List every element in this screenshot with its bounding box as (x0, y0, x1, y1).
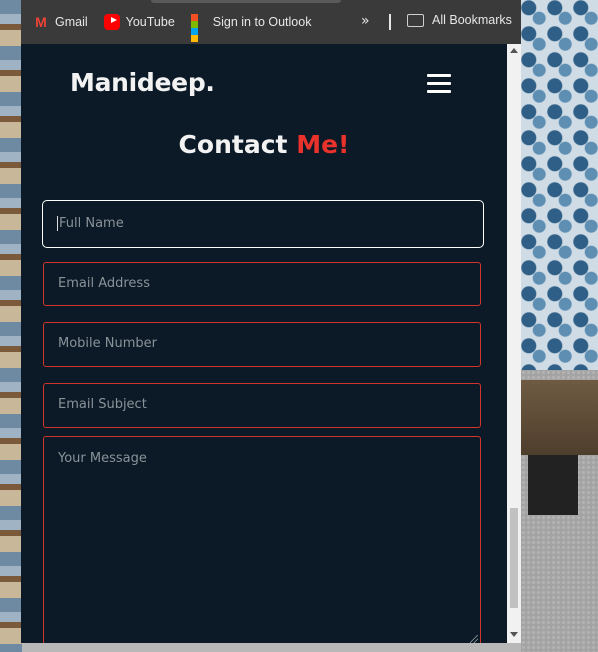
youtube-icon (103, 14, 120, 30)
bookmarks-separator (389, 14, 391, 30)
full-name-placeholder: Full Name (59, 216, 124, 231)
scroll-up-arrow-icon[interactable] (510, 48, 518, 53)
bookmark-label: Sign in to Outlook (212, 15, 312, 29)
folder-icon (407, 13, 424, 27)
vertical-scrollbar[interactable] (507, 44, 521, 643)
desktop-wallpaper-left (0, 0, 22, 652)
bookmarks-bar: M Gmail YouTube Sign in to Outlook » All… (21, 0, 521, 44)
tab-strip-edge (151, 0, 341, 3)
desktop-desk (521, 380, 598, 455)
all-bookmarks-button[interactable]: All Bookmarks (407, 13, 512, 27)
all-bookmarks-label: All Bookmarks (432, 13, 512, 27)
subject-placeholder: Email Subject (58, 397, 147, 412)
heading-accent: Me! (296, 130, 350, 159)
text-caret (57, 216, 58, 231)
full-name-input[interactable]: Full Name (42, 200, 484, 248)
subject-input[interactable]: Email Subject (43, 383, 481, 428)
bookmark-gmail[interactable]: M Gmail (33, 14, 88, 30)
hamburger-menu-icon[interactable] (427, 74, 451, 94)
desktop-desk-leg (528, 455, 578, 515)
bookmark-outlook[interactable]: Sign in to Outlook (190, 14, 312, 42)
mobile-placeholder: Mobile Number (58, 336, 157, 351)
mobile-input[interactable]: Mobile Number (43, 322, 481, 367)
scroll-down-arrow-icon[interactable] (510, 632, 518, 637)
browser-window: M Gmail YouTube Sign in to Outlook » All… (21, 0, 521, 643)
microsoft-icon (190, 14, 207, 42)
gmail-icon: M (35, 14, 47, 30)
scrollbar-thumb[interactable] (510, 508, 518, 608)
message-placeholder: Your Message (58, 451, 147, 466)
email-input[interactable]: Email Address (43, 262, 481, 306)
double-chevron-icon[interactable]: » (361, 13, 370, 29)
contact-heading: Contact Me! (21, 130, 507, 159)
email-placeholder: Email Address (58, 276, 150, 291)
site-logo[interactable]: Manideep. (70, 68, 215, 97)
resize-handle-icon[interactable] (470, 635, 478, 643)
web-page: Manideep. Contact Me! Full Name Email Ad… (21, 44, 507, 643)
heading-main: Contact (178, 130, 288, 159)
bookmark-label: Gmail (55, 15, 88, 29)
bookmark-label: YouTube (125, 15, 175, 29)
bookmark-youtube[interactable]: YouTube (103, 14, 175, 30)
message-textarea[interactable]: Your Message (43, 436, 481, 643)
